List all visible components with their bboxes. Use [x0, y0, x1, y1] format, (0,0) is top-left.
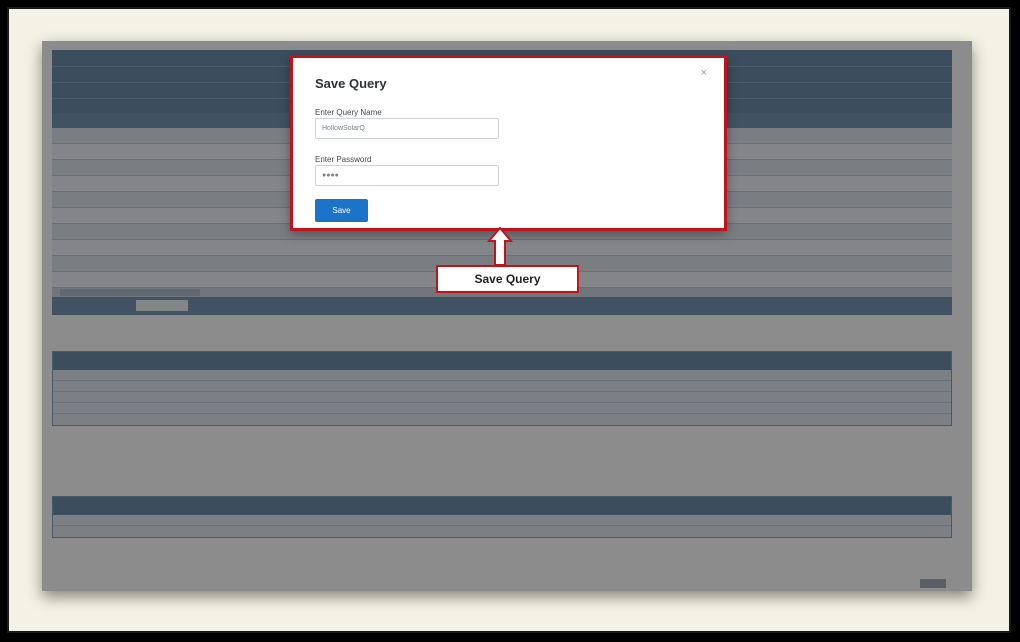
screenshot-frame: Save Query × Enter Query Name Enter Pass…: [7, 7, 1011, 633]
password-input[interactable]: [315, 165, 499, 186]
close-icon[interactable]: ×: [701, 67, 707, 79]
password-label: Enter Password: [315, 155, 372, 164]
save-button[interactable]: Save: [315, 199, 368, 222]
dialog-title: Save Query: [315, 76, 387, 91]
annotation-callout: Save Query: [436, 265, 579, 293]
query-name-input[interactable]: [315, 118, 499, 139]
save-query-dialog: Save Query × Enter Query Name Enter Pass…: [290, 55, 727, 231]
arrow-up-icon: [487, 226, 513, 266]
query-name-label: Enter Query Name: [315, 108, 382, 117]
